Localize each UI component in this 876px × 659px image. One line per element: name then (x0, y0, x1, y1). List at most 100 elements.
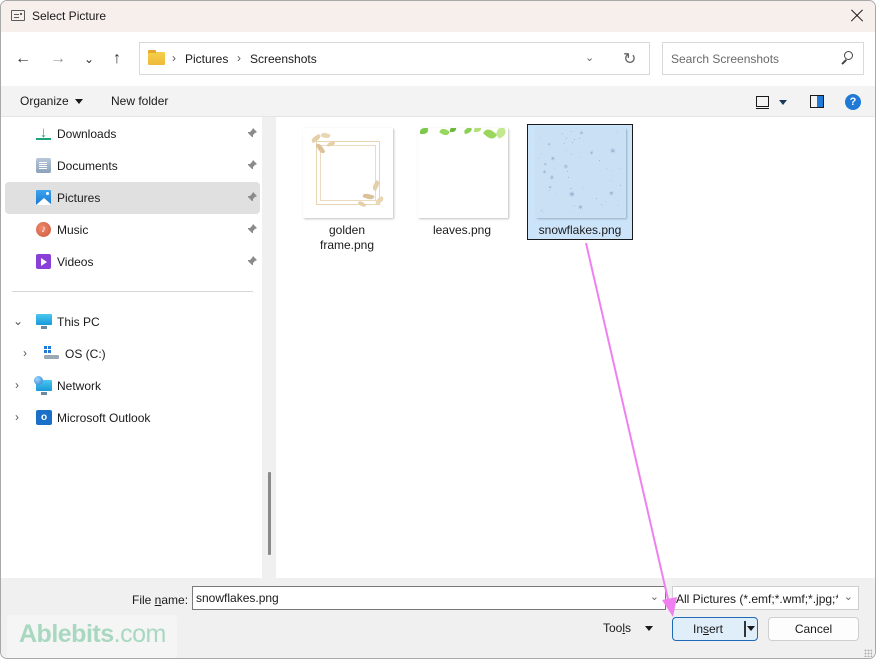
insert-label: Insert (673, 618, 743, 640)
watermark-brand: Ablebits (19, 620, 114, 648)
thumbnail-snowflakes: · · · ✶ ✶ · · · · · · · ✶ · · ✶ · · · ✶ · · · · · · · ✶ · · · · ✶ ✶ · · ✶ · · ·… (536, 128, 626, 218)
tree-item-label: Microsoft Outlook (57, 411, 151, 425)
snowflake-decoration: · (555, 191, 557, 197)
breadcrumb-screenshots[interactable]: Screenshots (250, 52, 317, 66)
pin-icon[interactable] (247, 192, 257, 202)
pin-icon[interactable] (247, 160, 257, 170)
pictures-icon (36, 190, 51, 205)
file-name-input[interactable] (193, 587, 633, 609)
pin-icon[interactable] (247, 128, 257, 138)
snowflake-decoration: · (573, 201, 576, 210)
help-icon[interactable]: ? (845, 94, 861, 110)
navigation-bar: ← → ⌄ ↑ › Pictures › Screenshots ⌄ ↻ (1, 32, 875, 86)
label-text: In (692, 622, 703, 636)
sidebar-divider (12, 291, 253, 292)
caret-down-icon (645, 626, 654, 632)
snowflake-decoration: · (565, 148, 567, 154)
chevron-down-icon[interactable]: ⌄ (13, 314, 23, 328)
new-folder-button[interactable]: New folder (111, 94, 168, 108)
file-name: snowflakes.png (538, 223, 622, 237)
file-name: leaves.png (432, 223, 492, 237)
file-list: golden frame.png leaves.png · · · ✶ ✶ · · · · · · · ✶… (277, 117, 875, 578)
snowflake-decoration: · (554, 166, 556, 172)
file-item-snowflakes[interactable]: · · · ✶ ✶ · · · · · · · ✶ · · ✶ · · · ✶ · · · · · · · ✶ · · · · ✶ ✶ · · ✶ · · ·… (527, 124, 633, 240)
back-button[interactable]: ← (14, 50, 32, 68)
chevron-right-icon[interactable]: › (15, 378, 19, 392)
select-picture-dialog: Select Picture ← → ⌄ ↑ › Pictures › Scre… (0, 0, 876, 659)
sidebar-item-documents[interactable]: Documents (5, 150, 260, 182)
label-text: ert (709, 622, 724, 636)
chevron-right-icon[interactable]: › (23, 346, 27, 360)
address-dropdown-icon[interactable]: ⌄ (585, 51, 594, 64)
tree-item-microsoft-outlook[interactable]: › o Microsoft Outlook (5, 403, 260, 433)
chevron-right-icon: › (172, 51, 176, 65)
file-item-leaves[interactable]: leaves.png (409, 124, 515, 240)
tree-item-this-pc[interactable]: ⌄ This PC (5, 307, 260, 337)
snowflake-decoration: · (610, 135, 612, 141)
file-name-line: frame.png (319, 238, 375, 252)
up-button[interactable]: ↑ (108, 50, 126, 68)
navigation-pane: ↓ Downloads Documents Pictures ♪ Music V… (1, 117, 262, 578)
view-options-caret-icon[interactable] (779, 100, 787, 105)
snowflake-decoration: · (606, 165, 609, 172)
pin-icon[interactable] (247, 256, 257, 266)
snowflake-decoration: ✶ (568, 190, 575, 199)
snowflake-decoration: · (580, 155, 582, 161)
ablebits-watermark: Ablebits.com (7, 615, 177, 658)
dialog-icon (11, 10, 25, 21)
preview-pane-icon[interactable] (810, 95, 824, 108)
sidebar-item-music[interactable]: ♪ Music (5, 214, 260, 246)
snowflake-decoration: · (570, 128, 573, 136)
snowflake-decoration: ✶ (577, 203, 584, 212)
snowflake-decoration: · (619, 180, 622, 190)
breadcrumb-pictures[interactable]: Pictures (185, 52, 228, 66)
tools-button[interactable]: Tools (603, 621, 654, 635)
sidebar-scrollbar-thumb[interactable] (268, 472, 271, 555)
outlook-icon: o (36, 410, 52, 425)
forward-button[interactable]: → (49, 50, 67, 68)
insert-button[interactable]: Insert (672, 617, 758, 641)
snowflake-decoration: · (617, 202, 620, 209)
file-name-line: golden (328, 223, 366, 237)
snowflake-decoration: · (602, 204, 604, 210)
network-icon (34, 376, 52, 395)
resize-grip[interactable] (864, 649, 872, 657)
snowflake-decoration: · (566, 166, 569, 176)
snowflake-decoration: · (616, 129, 618, 135)
sidebar-item-pictures[interactable]: Pictures (5, 182, 260, 214)
sidebar-item-downloads[interactable]: ↓ Downloads (5, 118, 260, 150)
pin-icon[interactable] (247, 224, 257, 234)
recent-locations-button[interactable]: ⌄ (80, 50, 98, 68)
search-icon[interactable] (839, 51, 853, 65)
tree-item-os-c[interactable]: › OS (C:) (5, 339, 260, 369)
snowflake-decoration: ✶ (549, 175, 555, 182)
organize-button[interactable]: Organize (20, 94, 83, 108)
snowflake-decoration: · (612, 179, 614, 185)
snowflake-decoration: · (583, 138, 585, 144)
cancel-button[interactable]: Cancel (768, 617, 859, 641)
file-item-golden-frame[interactable]: golden frame.png (294, 124, 400, 252)
download-icon: ↓ (36, 125, 51, 140)
sidebar-item-videos[interactable]: Videos (5, 246, 260, 278)
file-type-value: All Pictures (*.emf;*.wmf;*.jpg;* (676, 592, 838, 606)
thumbnail-leaves (418, 128, 508, 218)
snowflake-decoration: · (561, 129, 564, 138)
file-name-combobox: ⌄ (192, 586, 666, 610)
file-name-dropdown-icon[interactable]: ⌄ (650, 590, 659, 603)
dialog-footer: File name: ⌄ All Pictures (*.emf;*.wmf;*… (1, 578, 875, 658)
close-button[interactable] (848, 7, 866, 25)
tree-item-network[interactable]: › Network (5, 371, 260, 401)
insert-options-caret-icon[interactable] (747, 626, 755, 631)
snowflake-decoration: · (570, 150, 573, 159)
watermark-domain: .com (113, 620, 167, 648)
file-name-label: File name: (132, 593, 188, 607)
search-input[interactable] (663, 43, 833, 74)
refresh-icon[interactable]: ↻ (623, 49, 636, 69)
snowflake-decoration: · (598, 155, 601, 165)
address-bar[interactable]: › Pictures › Screenshots ⌄ ↻ (139, 42, 650, 75)
tree-item-label: Network (57, 379, 102, 393)
chevron-right-icon[interactable]: › (15, 410, 19, 424)
snowflake-decoration: · (618, 166, 620, 172)
view-mode-icon[interactable] (756, 96, 769, 109)
file-type-select[interactable]: All Pictures (*.emf;*.wmf;*.jpg;* ⌄ (672, 586, 859, 610)
